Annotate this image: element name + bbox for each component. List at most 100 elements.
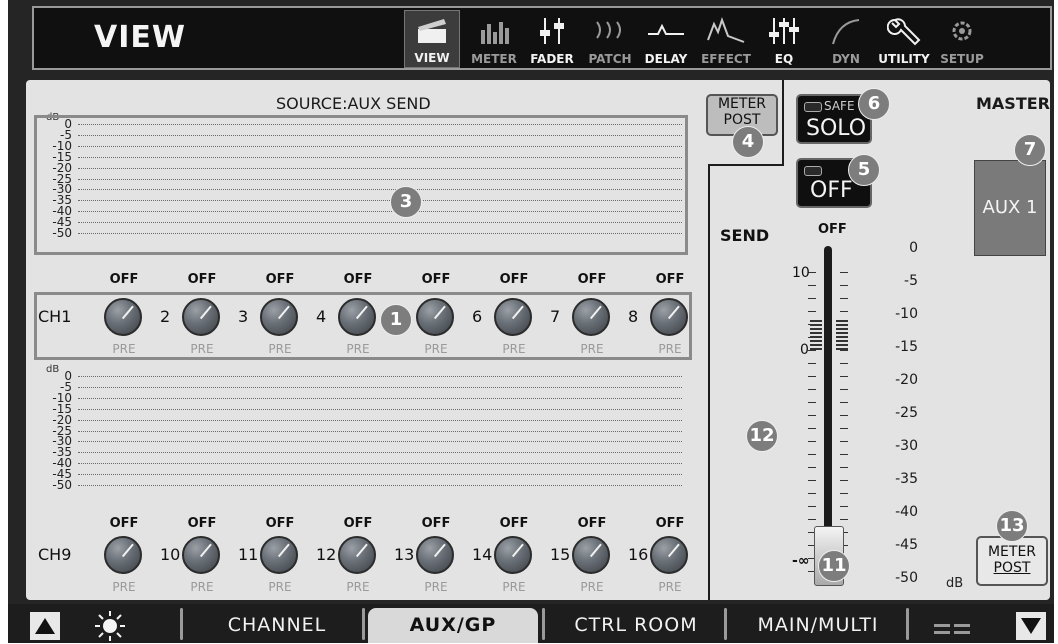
pre-post-label[interactable]: PRE [102, 580, 146, 594]
fader-tick [808, 480, 816, 481]
channel-number-label: 16 [628, 545, 649, 564]
callout-badge-4: 4 [732, 126, 764, 158]
nav-setup-button[interactable]: SETUP [934, 10, 990, 68]
nav-effect-button[interactable]: EFFECT [698, 10, 754, 68]
fader-tick [808, 415, 816, 416]
fader-scale-minus-inf: -∞ [792, 553, 810, 569]
send-divider-horizontal [708, 164, 784, 166]
send-level-knob[interactable] [494, 536, 532, 574]
channel-number-label: 12 [316, 545, 337, 564]
meter-gridline [78, 408, 682, 410]
send-level-knob[interactable] [182, 536, 220, 574]
meter-highlight-frame [34, 115, 688, 255]
callout-badge-6: 6 [858, 88, 890, 120]
send-divider-vertical [708, 164, 710, 600]
channel-meter-bank-2: dB 0 -5 -10 -15 -20 -25 -30 -35 -40 -45 -50 [32, 364, 682, 513]
meter-gridline [78, 419, 682, 421]
fader-tick [840, 493, 848, 494]
pre-post-label[interactable]: PRE [258, 580, 302, 594]
nav-label: UTILITY [878, 52, 930, 66]
pre-post-label[interactable]: PRE [180, 580, 224, 594]
pre-post-label[interactable]: PRE [414, 580, 458, 594]
tab-aux-gp[interactable]: AUX/GP [368, 608, 538, 643]
meter-post-button-bottom[interactable]: METER POST [976, 536, 1048, 586]
send-level-knob[interactable] [104, 536, 142, 574]
pre-post-label[interactable]: PRE [648, 580, 692, 594]
off-label: OFF [810, 178, 853, 203]
channel-number-label: 15 [550, 545, 571, 564]
fader-tick [840, 415, 848, 416]
meter-scale-label: -50 [52, 478, 72, 492]
meter-gridline [78, 474, 682, 476]
channel-send-off-label: OFF [577, 516, 607, 531]
nav-utility-button[interactable]: UTILITY [876, 10, 932, 68]
fader-db-scale-label: -20 [895, 372, 918, 388]
fader-tick [808, 493, 816, 494]
tab-channel[interactable]: CHANNEL [192, 608, 362, 643]
channel-send-off-label: OFF [109, 272, 139, 287]
fader-meter-right [836, 320, 848, 350]
tab-separator [362, 608, 365, 640]
channel-send-off-label: OFF [655, 516, 685, 531]
fader-tick [808, 350, 816, 351]
fader-tick [808, 285, 816, 286]
fader-tick [840, 376, 848, 377]
channel-send-off-label: OFF [499, 516, 529, 531]
send-divider-top [782, 80, 784, 166]
send-level-knob[interactable] [338, 536, 376, 574]
screen-title: VIEW [94, 20, 186, 55]
tab-separator [180, 608, 183, 640]
tab-main-multi[interactable]: MAIN/MULTI [730, 608, 906, 643]
solo-label: SOLO [806, 116, 867, 141]
nav-label: VIEW [414, 51, 450, 65]
wrench-icon [887, 18, 921, 46]
fader-tick [840, 311, 848, 312]
scroll-down-button[interactable] [1016, 612, 1046, 640]
callout-badge-1: 1 [380, 304, 412, 336]
fader-tick [808, 389, 816, 390]
fader-db-scale-label: 0 [909, 240, 918, 256]
main-panel: SOURCE:AUX SEND dB 0 -5 -10 -15 -20 -25 -30 -35… [26, 80, 1050, 600]
nav-eq-button[interactable]: EQ [756, 10, 812, 68]
channel-send-off-label: OFF [343, 516, 373, 531]
master-label: MASTER [976, 94, 1050, 113]
channel-send-off-label: OFF [655, 272, 685, 287]
nav-patch-button[interactable]: PATCH [582, 10, 638, 68]
fader-db-scale-label: -15 [895, 339, 918, 355]
tab-separator [542, 608, 545, 640]
callout-badge-13: 13 [996, 510, 1028, 542]
fader-tick [840, 454, 848, 455]
fader-tick [808, 506, 816, 507]
scroll-up-button[interactable] [30, 612, 60, 640]
pre-post-label[interactable]: PRE [336, 580, 380, 594]
fader-icon [540, 18, 564, 44]
send-level-knob[interactable] [416, 536, 454, 574]
fader-tick [840, 506, 848, 507]
source-label: SOURCE:AUX SEND [276, 94, 431, 113]
pre-post-label[interactable]: PRE [492, 580, 536, 594]
send-level-knob[interactable] [650, 536, 688, 574]
fader-tick [808, 363, 816, 364]
menu-lines-icon[interactable] [934, 622, 974, 638]
safe-label: SAFE [824, 99, 855, 113]
meter-gridline [78, 376, 682, 377]
callout-badge-7: 7 [1014, 134, 1046, 166]
nav-meter-button[interactable]: METER [466, 10, 522, 68]
channel-send-off-label: OFF [187, 272, 217, 287]
meter-post-line2: POST [993, 560, 1031, 576]
channel-send-off-label: OFF [577, 272, 607, 287]
eq-icon [769, 18, 799, 44]
nav-delay-button[interactable]: DELAY [638, 10, 694, 68]
send-level-knob[interactable] [260, 536, 298, 574]
nav-dyn-button[interactable]: DYN [818, 10, 874, 68]
fader-tick [840, 441, 848, 442]
tab-ctrl-room[interactable]: CTRL ROOM [548, 608, 724, 643]
brightness-icon[interactable] [92, 610, 128, 642]
pre-post-label[interactable]: PRE [570, 580, 614, 594]
aux-select-button[interactable]: AUX 1 [974, 160, 1046, 256]
send-level-knob[interactable] [572, 536, 610, 574]
nav-label: EQ [774, 52, 794, 66]
nav-view-button[interactable]: VIEW [404, 10, 460, 68]
nav-fader-button[interactable]: FADER [524, 10, 580, 68]
gear-icon [952, 21, 972, 41]
